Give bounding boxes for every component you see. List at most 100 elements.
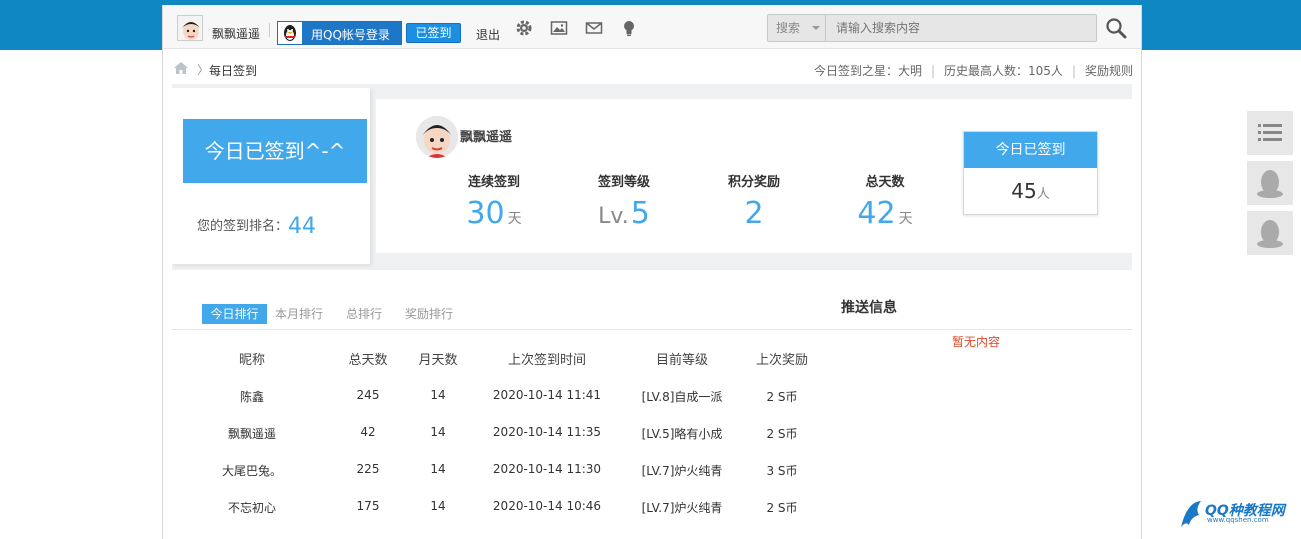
- search-scope-select[interactable]: 搜索: [768, 15, 826, 41]
- cell-total-days: 175: [356, 499, 380, 513]
- signed-button[interactable]: 已签到: [406, 23, 461, 43]
- mail-icon[interactable]: [585, 19, 603, 37]
- cell-month-days: 14: [430, 388, 446, 402]
- qq-penguin-icon: [1257, 170, 1283, 198]
- search-scope-label: 搜索: [776, 21, 801, 35]
- today-signed-value: 45: [1011, 179, 1037, 203]
- today-signed-title: 今日已签到: [964, 132, 1097, 168]
- avatar-face-icon: [178, 16, 202, 40]
- stat-value: 30: [466, 196, 505, 231]
- tab-reward-rank[interactable]: 奖励排行: [400, 304, 458, 324]
- breadcrumb: 〉 每日签到 今日签到之星：大明 | 历史最高人数：105人 | 奖励规则: [173, 58, 1133, 80]
- cell-last-sign-time: 2020-10-14 11:35: [492, 425, 602, 439]
- cell-month-days: 14: [430, 499, 446, 513]
- search-icon[interactable]: [1105, 17, 1127, 39]
- stat-unit: 天: [507, 211, 522, 227]
- cell-last-reward: 3 S币: [766, 464, 798, 478]
- cell-total-days: 225: [356, 462, 380, 476]
- stat-level-prefix: Lv.: [598, 204, 629, 229]
- toolbar-divider: [269, 23, 270, 37]
- reward-rules-link[interactable]: 奖励规则: [1085, 64, 1133, 78]
- cell-month-days: 14: [430, 425, 446, 439]
- avatar-face-icon: [416, 116, 458, 158]
- chevron-down-icon: [812, 26, 820, 30]
- user-avatar[interactable]: [177, 15, 203, 41]
- stat-total-days: 总天数 42 天: [825, 171, 945, 237]
- top-toolbar: 飘飘遥遥 用QQ帐号登录 已签到 退出 搜索 请输入搜索内容: [163, 5, 1141, 49]
- cell-level: [LV.5]略有小成: [641, 427, 723, 441]
- table-header-last-sign-time: 上次签到时间: [507, 353, 586, 368]
- watermark-url: www.qqshen.com: [1207, 516, 1269, 524]
- stat-label: 连续签到: [467, 175, 520, 190]
- cell-total-days: 245: [356, 388, 380, 402]
- cell-nickname[interactable]: 陈鑫: [212, 388, 292, 405]
- menu-float-button[interactable]: [1247, 111, 1293, 155]
- table-header-last-reward: 上次奖励: [755, 353, 808, 368]
- cell-level: [LV.7]炉火纯青: [641, 501, 723, 515]
- stat-label: 总天数: [865, 175, 905, 190]
- summary-divider: |: [930, 64, 936, 78]
- stat-label: 签到等级: [597, 175, 650, 190]
- signed-today-button[interactable]: 今日已签到^-^: [183, 119, 367, 183]
- search-input[interactable]: [828, 15, 1096, 41]
- cell-last-sign-time: 2020-10-14 11:41: [492, 388, 602, 402]
- table-header-nickname: 昵称: [238, 353, 265, 368]
- gear-icon[interactable]: [515, 19, 533, 37]
- toolbar-username[interactable]: 飘飘遥遥: [212, 25, 260, 42]
- cell-last-reward: 2 S币: [766, 501, 798, 515]
- tabs-divider: [172, 329, 1132, 330]
- qq-login-label: 用QQ帐号登录: [311, 28, 390, 42]
- table-header-total-days: 总天数: [348, 353, 388, 368]
- sign-summary: 今日签到之星：大明 | 历史最高人数：105人 | 奖励规则: [814, 62, 1133, 79]
- cell-last-reward: 2 S币: [766, 427, 798, 441]
- history-label: 历史最高人数：: [944, 64, 1029, 78]
- lightbulb-icon[interactable]: [620, 19, 638, 37]
- cell-level: [LV.8]自成一派: [641, 390, 723, 404]
- cell-last-sign-time: 2020-10-14 10:46: [492, 499, 602, 513]
- breadcrumb-current: 每日签到: [209, 64, 258, 78]
- cell-last-reward: 2 S币: [766, 390, 798, 404]
- list-menu-icon: [1258, 124, 1282, 141]
- home-icon[interactable]: [173, 61, 189, 75]
- breadcrumb-separator-icon: 〉: [197, 63, 210, 77]
- tab-month-rank[interactable]: 本月排行: [270, 304, 328, 324]
- rank-label: 您的签到排名：: [197, 219, 289, 234]
- star-name[interactable]: 大明: [898, 64, 922, 78]
- star-label: 今日签到之星：: [813, 64, 898, 78]
- image-icon[interactable]: [550, 19, 568, 37]
- stat-points: 积分奖励 2: [694, 171, 814, 232]
- qq-penguin-icon: [1257, 220, 1283, 248]
- stats-username[interactable]: 飘飘遥遥: [460, 126, 512, 145]
- table-header-level: 目前等级: [655, 353, 708, 368]
- search-bar: 搜索: [767, 14, 1097, 42]
- stat-value: 5: [630, 196, 650, 231]
- qq-contact-float-button[interactable]: [1247, 161, 1293, 205]
- stat-value: 42: [857, 196, 896, 231]
- qq-group-float-button[interactable]: [1247, 211, 1293, 255]
- push-empty-text: 暂无内容: [952, 335, 1001, 349]
- stat-value: 2: [744, 196, 764, 231]
- cell-nickname[interactable]: 大尾巴兔。: [212, 462, 292, 479]
- cell-nickname[interactable]: 飘飘遥遥: [212, 425, 292, 442]
- rank-value: 44: [288, 214, 317, 239]
- table-header-month-days: 月天数: [418, 353, 458, 368]
- stat-consecutive: 连续签到 30 天: [434, 171, 554, 237]
- tab-total-rank[interactable]: 总排行: [340, 304, 388, 324]
- cell-month-days: 14: [430, 462, 446, 476]
- summary-divider: |: [1071, 64, 1076, 78]
- logout-link[interactable]: 退出: [476, 26, 500, 43]
- qq-login-button[interactable]: 用QQ帐号登录: [277, 21, 402, 45]
- stat-unit: 天: [898, 211, 913, 227]
- push-info-title: 推送信息: [841, 300, 897, 316]
- tab-today-rank[interactable]: 今日排行: [202, 304, 267, 324]
- today-signed-unit: 人: [1036, 187, 1050, 202]
- cell-level: [LV.7]炉火纯青: [641, 464, 723, 478]
- stat-label: 积分奖励: [727, 175, 780, 190]
- sign-rank: 您的签到排名：44: [197, 214, 316, 239]
- history-value: 105人: [1028, 64, 1063, 78]
- stats-avatar[interactable]: [416, 116, 458, 158]
- today-signed-count: 今日已签到 45人: [963, 131, 1098, 215]
- cell-total-days: 42: [360, 425, 376, 439]
- cell-nickname[interactable]: 不忘初心: [212, 499, 292, 516]
- qq-penguin-icon: [278, 22, 302, 44]
